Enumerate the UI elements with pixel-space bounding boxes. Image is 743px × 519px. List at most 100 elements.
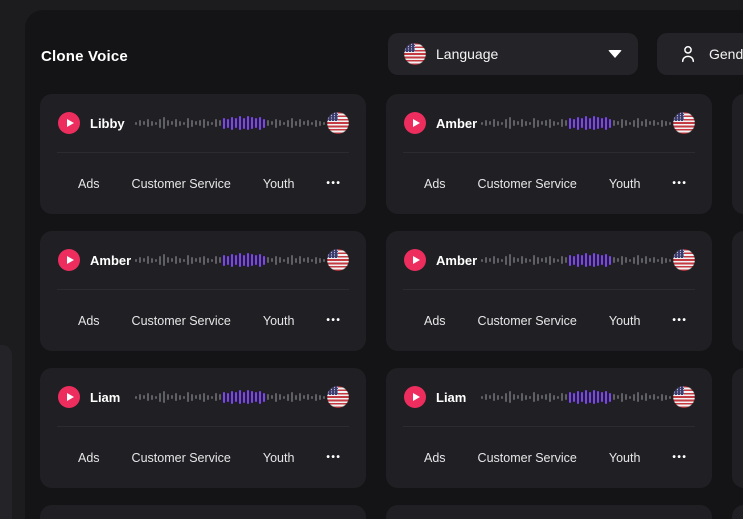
waveform-bar — [541, 258, 543, 262]
waveform-bar — [171, 121, 173, 125]
tag[interactable]: Customer Service — [478, 314, 577, 328]
tag[interactable]: Ads — [424, 314, 446, 328]
tag[interactable]: Youth — [609, 451, 641, 465]
waveform-bar — [645, 119, 647, 127]
tag[interactable]: Ads — [78, 451, 100, 465]
waveform — [135, 112, 325, 134]
play-button[interactable] — [58, 249, 80, 271]
tag[interactable]: Ads — [78, 314, 100, 328]
waveform-bar — [573, 119, 575, 128]
waveform-bar — [311, 122, 313, 125]
waveform-bar — [159, 119, 161, 128]
waveform-bar — [271, 395, 273, 399]
voice-name: Liam — [436, 390, 481, 405]
tag[interactable]: Customer Service — [132, 314, 231, 328]
waveform-bar — [629, 259, 631, 262]
waveform-bar — [323, 122, 325, 125]
waveform-bar — [271, 121, 273, 125]
more-options-button[interactable]: ••• — [326, 315, 341, 326]
tag[interactable]: Customer Service — [132, 451, 231, 465]
waveform-bar — [267, 257, 269, 263]
language-filter-label: Language — [436, 46, 498, 62]
waveform-bar — [485, 394, 487, 400]
waveform — [135, 386, 325, 408]
waveform-bar — [613, 394, 615, 400]
more-options-button[interactable]: ••• — [672, 178, 687, 189]
waveform-bar — [621, 256, 623, 265]
waveform-bar — [577, 254, 579, 267]
waveform-bar — [481, 396, 483, 399]
waveform-bar — [323, 396, 325, 399]
voice-card: Libby AdsCustomer ServiceYouth••• — [40, 94, 366, 214]
tag[interactable]: Youth — [609, 314, 641, 328]
tag[interactable]: Ads — [78, 177, 100, 191]
waveform-bar — [565, 394, 567, 400]
waveform-bar — [291, 118, 293, 128]
tag[interactable]: Youth — [263, 451, 295, 465]
waveform-bar — [139, 120, 141, 126]
waveform-bar — [501, 259, 503, 262]
waveform-bar — [215, 393, 217, 401]
tag[interactable]: Customer Service — [478, 177, 577, 191]
play-button[interactable] — [404, 112, 426, 134]
waveform-bar — [223, 255, 225, 266]
waveform-bar — [653, 120, 655, 126]
waveform-bar — [557, 122, 559, 125]
play-button[interactable] — [404, 386, 426, 408]
waveform-bar — [275, 393, 277, 402]
tag[interactable]: Ads — [424, 451, 446, 465]
waveform-bar — [553, 258, 555, 263]
waveform-bar — [303, 121, 305, 125]
waveform-bar — [263, 119, 265, 128]
waveform-bar — [243, 118, 245, 129]
more-options-button[interactable]: ••• — [672, 452, 687, 463]
more-options-button[interactable]: ••• — [326, 452, 341, 463]
tag[interactable]: Youth — [263, 177, 295, 191]
waveform-bar — [303, 395, 305, 399]
waveform-bar — [617, 121, 619, 125]
waveform-bar — [589, 255, 591, 266]
waveform-bar — [267, 394, 269, 400]
waveform-bar — [581, 255, 583, 265]
left-edge-drawer-handle[interactable] — [0, 345, 12, 519]
waveform-bar — [581, 118, 583, 128]
play-button[interactable] — [58, 386, 80, 408]
waveform-bar — [307, 394, 309, 400]
waveform-bar — [211, 396, 213, 399]
more-options-button[interactable]: ••• — [326, 178, 341, 189]
language-filter-dropdown[interactable]: Language — [388, 33, 638, 75]
waveform-bar — [525, 121, 527, 126]
tag[interactable]: Youth — [609, 177, 641, 191]
waveform-bar — [549, 119, 551, 128]
waveform-bar — [493, 119, 495, 127]
more-options-button[interactable]: ••• — [672, 315, 687, 326]
waveform-bar — [665, 121, 667, 126]
tag-list: Ads Customer Service Youth ••• — [386, 153, 712, 214]
waveform-bar — [513, 257, 515, 263]
waveform-bar — [633, 257, 635, 264]
waveform-bar — [621, 119, 623, 128]
tag-list: Ads Customer Service Youth ••• — [40, 427, 366, 488]
tag[interactable]: Customer Service — [132, 177, 231, 191]
waveform-bar — [179, 121, 181, 126]
tag[interactable]: Ads — [424, 177, 446, 191]
voice-card-header: Amber — [40, 231, 366, 289]
waveform-bar — [155, 122, 157, 125]
waveform-bar — [549, 256, 551, 265]
waveform-bar — [259, 117, 261, 130]
waveform-bar — [669, 259, 671, 262]
waveform-bar — [585, 390, 587, 404]
waveform-bar — [629, 396, 631, 399]
waveform-bar — [195, 258, 197, 262]
tag[interactable]: Youth — [263, 314, 295, 328]
play-button[interactable] — [404, 249, 426, 271]
waveform-bar — [641, 395, 643, 400]
gender-filter-dropdown[interactable]: Gender — [657, 33, 743, 75]
waveform-bar — [529, 396, 531, 399]
waveform-bar — [219, 120, 221, 126]
waveform-bar — [175, 119, 177, 127]
play-button[interactable] — [58, 112, 80, 134]
waveform-bar — [553, 395, 555, 400]
tag[interactable]: Customer Service — [478, 451, 577, 465]
waveform-bar — [135, 259, 137, 262]
